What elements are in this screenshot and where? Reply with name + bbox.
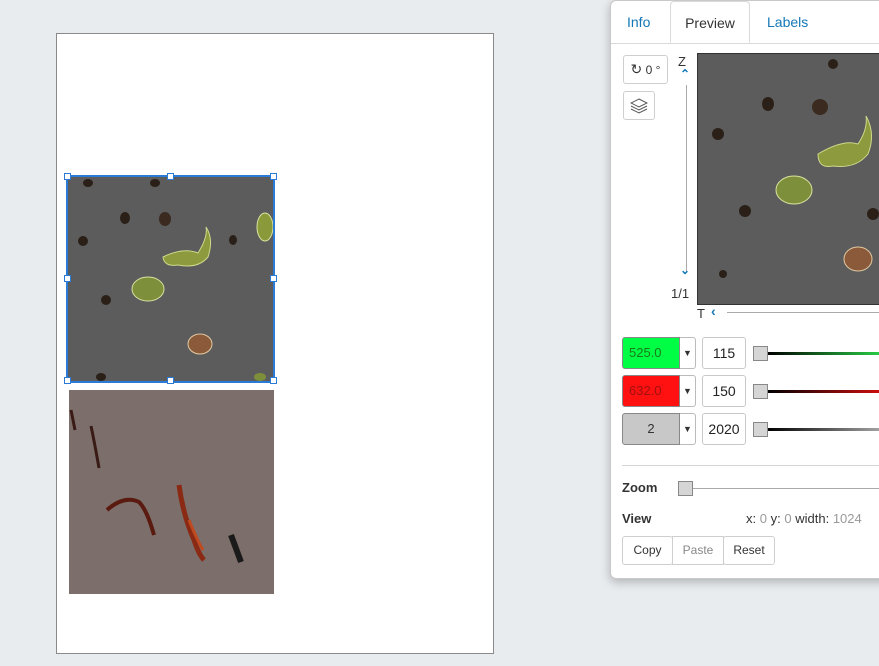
resize-handle-se[interactable]	[270, 377, 277, 384]
view-x-value: 0	[759, 511, 767, 526]
copy-button[interactable]: Copy	[622, 536, 673, 565]
resize-handle-e[interactable]	[270, 275, 277, 282]
zoom-label: Zoom	[622, 480, 658, 495]
view-label: View	[622, 511, 652, 526]
tab-labels[interactable]: Labels	[767, 1, 808, 43]
channel-1-value-input[interactable]: 115	[702, 337, 746, 369]
channel-3-dropdown[interactable]: ▼	[680, 413, 696, 445]
microscopy-image-2	[69, 390, 274, 594]
channel-2-color-button[interactable]: 632.0	[622, 375, 680, 407]
paste-button[interactable]: Paste	[672, 536, 724, 565]
selected-image-panel[interactable]	[66, 175, 275, 383]
z-slider-track[interactable]	[686, 85, 687, 271]
image-panel-2[interactable]	[69, 390, 274, 594]
view-width-value: 1024	[832, 511, 862, 526]
view-y-value: 0	[784, 511, 792, 526]
view-y-label: y:	[770, 511, 781, 526]
resize-handle-nw[interactable]	[64, 173, 71, 180]
view-width-label: width:	[795, 511, 830, 526]
resize-handle-s[interactable]	[167, 377, 174, 384]
channel-3-slider-handle[interactable]	[753, 422, 768, 437]
channel-3-slider-track[interactable]	[768, 428, 879, 431]
tab-info[interactable]: Info	[627, 1, 650, 43]
layers-button[interactable]	[623, 91, 655, 120]
resize-handle-n[interactable]	[167, 173, 174, 180]
microscopy-image-1	[68, 177, 273, 381]
preview-microscopy-image	[698, 54, 879, 304]
z-index-label: 1/1	[671, 286, 690, 301]
preview-image[interactable]	[697, 53, 879, 305]
channel-2-label: 632.0	[629, 383, 662, 398]
rotate-button[interactable]: ↻ 0 °	[623, 55, 668, 84]
channel-2-slider-handle[interactable]	[753, 384, 768, 399]
divider	[622, 465, 879, 466]
zoom-slider-track[interactable]	[693, 488, 879, 489]
channel-1-dropdown[interactable]: ▼	[680, 337, 696, 369]
t-label: T	[697, 306, 705, 321]
t-left-chevron-icon[interactable]: ‹	[711, 303, 716, 319]
tab-preview[interactable]: Preview	[670, 1, 750, 43]
rotate-angle-label: 0 °	[645, 63, 661, 77]
channel-3-value-input[interactable]: 2020	[702, 413, 746, 445]
channel-1-label: 525.0	[629, 345, 662, 360]
channel-2-value-input[interactable]: 150	[702, 375, 746, 407]
view-x-label: x:	[746, 511, 757, 526]
channel-1-color-button[interactable]: 525.0	[622, 337, 680, 369]
resize-handle-ne[interactable]	[270, 173, 277, 180]
z-down-chevron-icon[interactable]: ⌄	[680, 263, 690, 277]
figure-page	[56, 33, 494, 654]
resize-handle-sw[interactable]	[64, 377, 71, 384]
rotate-icon: ↻	[630, 61, 643, 77]
zoom-slider-handle[interactable]	[678, 481, 693, 496]
channel-3-color-button[interactable]: 2	[622, 413, 680, 445]
channel-3-label: 2	[647, 421, 655, 436]
channel-2-dropdown[interactable]: ▼	[680, 375, 696, 407]
layers-icon	[629, 98, 649, 114]
view-info: x: 0 y: 0 width: 1024	[746, 511, 862, 526]
z-up-chevron-icon[interactable]: ⌃	[680, 67, 690, 81]
resize-handle-w[interactable]	[64, 275, 71, 282]
reset-button[interactable]: Reset	[723, 536, 775, 565]
channel-2-slider-track[interactable]	[768, 390, 879, 393]
dialog-tabs: Info Preview Labels	[611, 1, 879, 44]
channel-1-slider-handle[interactable]	[753, 346, 768, 361]
t-slider-track[interactable]	[727, 312, 879, 313]
channel-1-slider-track[interactable]	[768, 352, 879, 355]
preview-dialog: Info Preview Labels ↻ 0 ° Z ⌃ ⌄ 1/1 T ‹ …	[610, 0, 879, 579]
